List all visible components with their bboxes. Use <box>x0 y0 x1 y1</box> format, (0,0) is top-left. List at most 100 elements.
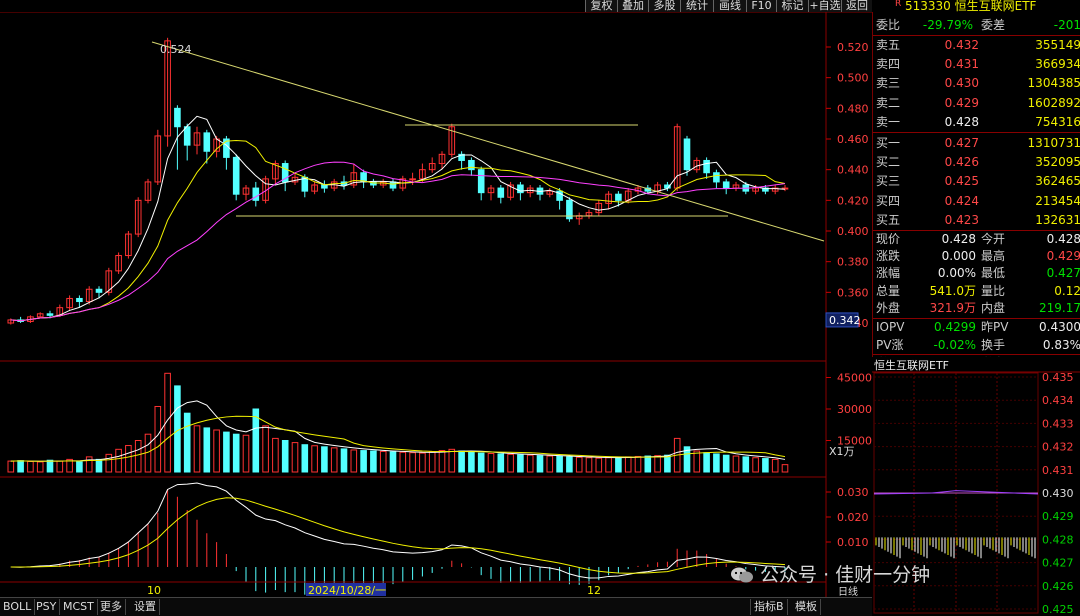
trend-line-descending <box>151 41 825 242</box>
volume-bar <box>213 429 220 473</box>
volume-bar <box>615 456 622 473</box>
volume-bar <box>644 455 652 473</box>
stat-value: 0.428 <box>941 232 976 246</box>
volume-bar <box>536 455 544 473</box>
candle-body <box>468 159 475 171</box>
f10-button[interactable]: F10 <box>746 0 776 12</box>
draw-line-button[interactable]: 画线 <box>713 0 746 12</box>
volume-bar <box>575 456 583 473</box>
ask-row-2: 卖二 0.429 1602892 <box>873 94 1080 113</box>
stat-row-4: 总量 541.0万 量比 0.12 <box>873 282 1080 301</box>
indicator-tab-4[interactable]: 更多 <box>97 599 126 615</box>
volume-bar <box>154 405 162 473</box>
ask-row-4: 卖四 0.431 366934 <box>873 55 1080 74</box>
stat-label: 量比 <box>981 283 1006 298</box>
ask-volume: 355149 <box>1035 38 1080 52</box>
volume-bar <box>56 460 64 473</box>
volume-chart <box>7 372 789 473</box>
fuquan-button[interactable]: 复权 <box>585 0 617 12</box>
mini-tick-label: 0.435 <box>1042 371 1074 384</box>
volume-bar <box>389 451 397 473</box>
ask-row-5: 卖五 0.432 355149 <box>873 36 1080 55</box>
iopv-value: 0.4300 <box>1039 320 1080 334</box>
bid-volume: 362465 <box>1035 174 1080 189</box>
panel-separator <box>873 132 1080 133</box>
indicator-tab-5[interactable]: 设置 <box>131 599 160 615</box>
stat-value: 0.000 <box>941 249 976 264</box>
volume-bar <box>370 450 377 473</box>
volume-bar <box>546 455 554 473</box>
volume-bar <box>752 457 759 473</box>
stat-value: 0.12 <box>1054 283 1080 298</box>
candle-body <box>203 132 211 152</box>
indicator-b-tab[interactable]: 指标B <box>750 599 788 615</box>
top-toolbar: 复权 叠加 多股 统计 画线 F10 标记 +自选 返回 <box>0 0 872 12</box>
volume-bar <box>85 456 93 473</box>
volume-bar <box>517 454 524 473</box>
price-tick-label: 0.420 <box>837 194 869 207</box>
candle-body <box>46 313 54 316</box>
ask-label: 卖四 <box>876 57 901 72</box>
chart-grid <box>0 12 872 600</box>
candlestick-chart[interactable]: 0.524 <box>7 37 825 325</box>
volume-unit-label: X1万 <box>829 445 855 458</box>
volume-bar <box>321 446 328 473</box>
bid-row-5: 买五 0.423 132631 <box>873 211 1080 230</box>
bid-price: 0.427 <box>944 136 979 150</box>
volume-bar <box>771 458 779 473</box>
add-favorite-button[interactable]: +自选 <box>808 0 841 12</box>
bid-label: 买三 <box>876 174 901 189</box>
volume-bar <box>360 450 367 473</box>
ask-price: 0.429 <box>944 95 979 110</box>
stat-label: 最低 <box>981 266 1006 281</box>
candle-body <box>174 107 181 128</box>
stock-code-name: 513330 恒生互联网ETF <box>905 0 1037 13</box>
mark-button[interactable]: 标记 <box>776 0 808 12</box>
volume-bar <box>722 454 730 473</box>
volume-bar <box>409 452 416 473</box>
bid-price: 0.424 <box>944 193 979 208</box>
bid-row-1: 买一 0.427 1310731 <box>873 134 1080 153</box>
price-tick-label: 0.460 <box>837 133 869 146</box>
volume-bar <box>781 464 789 473</box>
iopv-label: PV涨 <box>876 338 904 352</box>
indicator-tab-3[interactable]: MCST <box>60 599 98 615</box>
volume-bar <box>193 425 201 473</box>
candle-body <box>703 159 710 174</box>
price-axes: 0.520 0.500 0.480 0.460 0.440 0.420 0.400 0.380… <box>0 41 872 597</box>
indicator-tab-1[interactable]: BOLL <box>0 599 36 615</box>
macd-chart <box>10 482 786 595</box>
x-axis-date-label: 12 <box>587 584 601 597</box>
indicator-tab-2[interactable]: PSY <box>33 599 61 615</box>
candle-body <box>95 288 103 293</box>
volume-bar <box>556 455 563 473</box>
volume-bar <box>419 452 426 473</box>
stat-value: 541.0万 <box>929 283 976 298</box>
bid-label: 买一 <box>876 136 901 150</box>
overlay-button[interactable]: 叠加 <box>617 0 648 12</box>
multi-stock-button[interactable]: 多股 <box>648 0 680 12</box>
bid-volume: 352095 <box>1035 155 1080 170</box>
panel-separator <box>873 354 1080 355</box>
iopv-row-2: PV涨 -0.02% 换手 0.83% <box>873 336 1080 355</box>
ask-label: 卖三 <box>876 76 901 91</box>
stat-value: 219.17 <box>1039 300 1080 315</box>
back-button[interactable]: 返回 <box>841 0 872 12</box>
price-tick-label: 0.500 <box>837 72 869 85</box>
volume-bar <box>507 453 514 473</box>
weibi-value: -29.79% <box>922 18 973 32</box>
mini-tick-label: 0.431 <box>1042 464 1074 477</box>
period-label[interactable]: 日线 <box>835 585 861 601</box>
template-tab[interactable]: 模板 <box>792 599 821 615</box>
volume-bar <box>36 461 44 473</box>
stats-button[interactable]: 统计 <box>680 0 713 12</box>
mini-tick-label: 0.429 <box>1042 510 1074 523</box>
volume-bar <box>399 451 407 473</box>
stat-row-5: 外盘 321.9万 内盘 219.17 <box>873 299 1080 318</box>
indicator-tab-bar: BOLL PSY MCST 更多 设置 指标B 模板 日线 <box>0 587 872 616</box>
volume-ma5-line <box>10 400 786 462</box>
stat-label: 涨跌 <box>876 249 901 264</box>
ask-price: 0.430 <box>944 76 979 91</box>
volume-bar <box>105 453 113 473</box>
volume-bar <box>624 456 632 473</box>
